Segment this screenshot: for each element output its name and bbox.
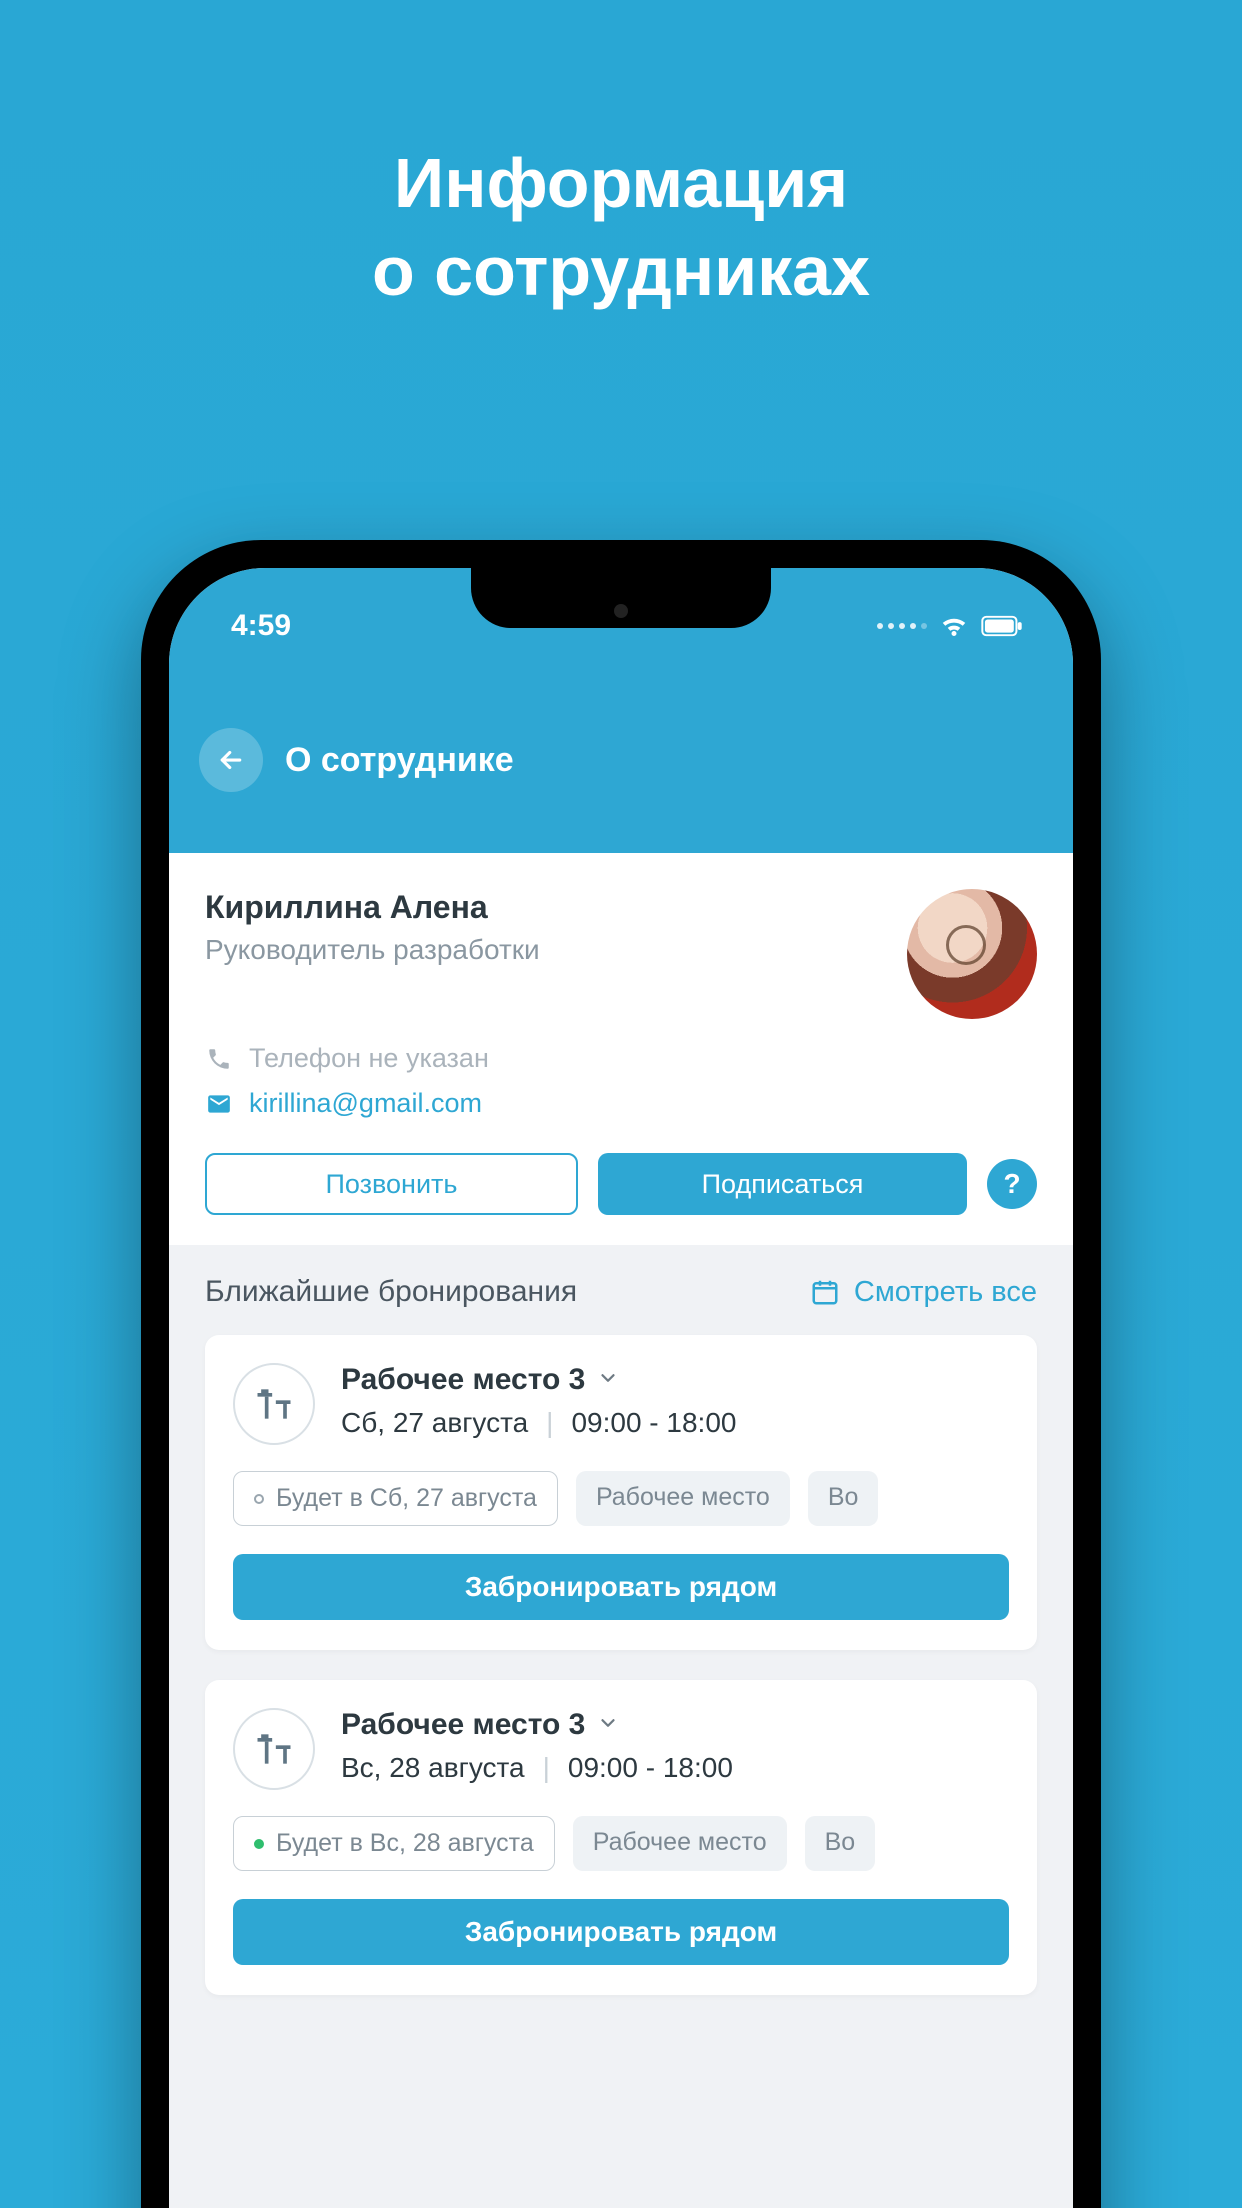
person-name: Кириллина Алена — [205, 889, 540, 926]
call-button[interactable]: Позвонить — [205, 1153, 578, 1215]
booking-info: Рабочее место 3 Сб, 27 августа | 09:00 -… — [341, 1363, 1009, 1439]
extra-chip[interactable]: Во — [808, 1471, 879, 1526]
see-all-label: Смотреть все — [854, 1276, 1037, 1309]
person-role: Руководитель разработки — [205, 934, 540, 966]
booking-time: 09:00 - 18:00 — [571, 1407, 736, 1439]
chevron-down-icon — [597, 1712, 619, 1739]
booking-top: Рабочее место 3 Сб, 27 августа | 09:00 -… — [233, 1363, 1009, 1445]
chevron-down-icon — [597, 1367, 619, 1394]
extra-chip[interactable]: Во — [805, 1816, 876, 1871]
booking-title: Рабочее место 3 — [341, 1708, 585, 1742]
presence-chip[interactable]: Будет в Вс, 28 августа — [233, 1816, 555, 1871]
profile-card: Кириллина Алена Руководитель разработки … — [169, 853, 1073, 1245]
booking-top: Рабочее место 3 Вс, 28 августа | 09:00 -… — [233, 1708, 1009, 1790]
booking-title-row[interactable]: Рабочее место 3 — [341, 1708, 1009, 1742]
arrow-left-icon — [216, 745, 246, 775]
subscribe-button[interactable]: Подписаться — [598, 1153, 967, 1215]
divider: | — [543, 1752, 550, 1784]
booking-date: Вс, 28 августа — [341, 1752, 525, 1784]
section-title: Ближайшие бронирования — [205, 1275, 577, 1309]
booking-title-row[interactable]: Рабочее место 3 — [341, 1363, 1009, 1397]
contact-block: Телефон не указан kirillina@gmail.com — [205, 1043, 1037, 1119]
booking-when: Вс, 28 августа | 09:00 - 18:00 — [341, 1752, 1009, 1784]
status-time: 4:59 — [231, 609, 291, 643]
profile-text: Кириллина Алена Руководитель разработки — [205, 889, 540, 1019]
upcoming-section: Ближайшие бронирования Смотреть все — [169, 1245, 1073, 1995]
email-value: kirillina@gmail.com — [249, 1088, 482, 1119]
chip-row: Будет в Вс, 28 августа Рабочее место Во — [233, 1816, 1009, 1871]
presence-label: Будет в Вс, 28 августа — [276, 1829, 534, 1858]
phone-value: Телефон не указан — [249, 1043, 489, 1074]
status-dot-icon — [254, 1839, 264, 1849]
desk-icon — [233, 1363, 315, 1445]
booking-card: Рабочее место 3 Сб, 27 августа | 09:00 -… — [205, 1335, 1037, 1650]
desk-icon — [233, 1708, 315, 1790]
type-chip[interactable]: Рабочее место — [573, 1816, 787, 1871]
booking-info: Рабочее место 3 Вс, 28 августа | 09:00 -… — [341, 1708, 1009, 1784]
action-row: Позвонить Подписаться ? — [205, 1153, 1037, 1215]
help-button[interactable]: ? — [987, 1159, 1037, 1209]
phone-icon — [205, 1045, 233, 1073]
page-title: О сотруднике — [285, 741, 514, 780]
book-nearby-button[interactable]: Забронировать рядом — [233, 1899, 1009, 1965]
mail-icon — [205, 1090, 233, 1118]
presence-label: Будет в Сб, 27 августа — [276, 1484, 537, 1513]
content: Кириллина Алена Руководитель разработки … — [169, 853, 1073, 1995]
see-all-link[interactable]: Смотреть все — [810, 1276, 1037, 1309]
booking-date: Сб, 27 августа — [341, 1407, 528, 1439]
type-chip[interactable]: Рабочее место — [576, 1471, 790, 1526]
calendar-icon — [810, 1277, 840, 1307]
back-button[interactable] — [199, 728, 263, 792]
promo-line-2: о сотрудниках — [0, 228, 1242, 316]
booking-card: Рабочее место 3 Вс, 28 августа | 09:00 -… — [205, 1680, 1037, 1995]
promo-canvas: Информация о сотрудниках 4:59 — [0, 0, 1242, 2208]
divider: | — [546, 1407, 553, 1439]
navbar: О сотруднике — [169, 728, 1073, 792]
battery-icon — [981, 615, 1023, 637]
avatar[interactable] — [907, 889, 1037, 1019]
phone-screen: 4:59 — [169, 568, 1073, 2208]
chip-row: Будет в Сб, 27 августа Рабочее место Во — [233, 1471, 1009, 1526]
profile-head: Кириллина Алена Руководитель разработки — [205, 889, 1037, 1019]
booking-time: 09:00 - 18:00 — [568, 1752, 733, 1784]
phone-frame: 4:59 — [141, 540, 1101, 2208]
section-head: Ближайшие бронирования Смотреть все — [205, 1275, 1037, 1309]
presence-chip[interactable]: Будет в Сб, 27 августа — [233, 1471, 558, 1526]
booking-title: Рабочее место 3 — [341, 1363, 585, 1397]
promo-line-1: Информация — [0, 140, 1242, 228]
status-right — [877, 611, 1023, 641]
email-row[interactable]: kirillina@gmail.com — [205, 1088, 1037, 1119]
promo-title: Информация о сотрудниках — [0, 140, 1242, 315]
cellular-icon — [877, 623, 927, 629]
book-nearby-button[interactable]: Забронировать рядом — [233, 1554, 1009, 1620]
phone-row: Телефон не указан — [205, 1043, 1037, 1074]
wifi-icon — [939, 611, 969, 641]
status-dot-icon — [254, 1494, 264, 1504]
phone-notch — [471, 568, 771, 628]
booking-when: Сб, 27 августа | 09:00 - 18:00 — [341, 1407, 1009, 1439]
